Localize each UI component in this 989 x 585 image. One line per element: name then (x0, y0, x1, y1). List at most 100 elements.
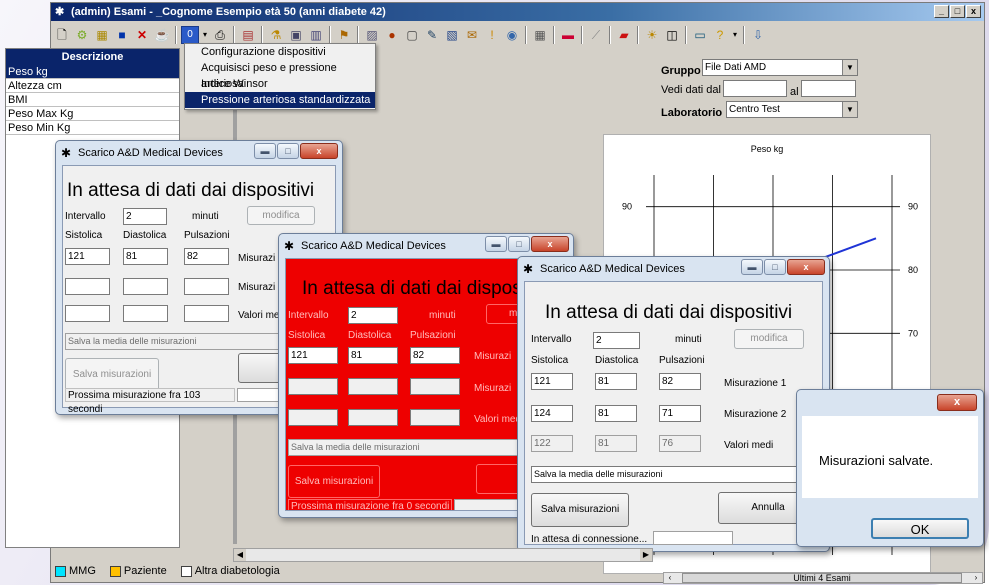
list-item[interactable]: Peso Min Kg (6, 121, 179, 135)
laboratorio-select[interactable]: Centro Test ▼ (726, 101, 858, 118)
sistolica-1-input[interactable]: 121 (65, 248, 110, 265)
stop-icon[interactable]: ◉ (503, 26, 521, 44)
menu-item-config-devices[interactable]: Configurazione dispositivi (185, 44, 375, 60)
salva-misurazioni-button[interactable]: Salva misurazioni (65, 358, 159, 391)
list-item[interactable]: Altezza cm (6, 79, 179, 93)
diastolica-2-input[interactable]: 81 (595, 405, 637, 422)
pulsazioni-2-input[interactable] (410, 378, 460, 395)
menu-item-bp-standard[interactable]: Pressione arteriosa standardizzata (185, 92, 375, 108)
maximize-button[interactable]: □ (764, 259, 786, 275)
diastolica-2-input[interactable] (123, 278, 168, 295)
exit-icon[interactable]: ⇩ (749, 26, 767, 44)
scroll-left-arrow-icon[interactable]: ◀ (234, 549, 246, 561)
legend-item-mmg[interactable]: MMG (55, 565, 96, 577)
bulb-icon[interactable]: ⟋ (587, 26, 605, 44)
scale-icon[interactable]: ▦ (93, 26, 111, 44)
pen-icon[interactable]: ▦ (531, 26, 549, 44)
scroll-thumb[interactable]: Ultimi 4 Esami (682, 573, 962, 583)
close-button[interactable]: x (787, 259, 825, 275)
left-scrollbar[interactable]: ◀ ▶ (233, 548, 653, 562)
pulsazioni-avg-input[interactable]: 76 (659, 435, 701, 452)
open-icon[interactable]: ⚙ (73, 26, 91, 44)
question-icon[interactable]: ◫ (663, 26, 681, 44)
sistolica-avg-input[interactable] (65, 305, 110, 322)
dropdown-icon[interactable]: ▾ (201, 26, 209, 44)
minimize-button[interactable]: ▬ (254, 143, 276, 159)
filter-icon[interactable]: ? (711, 26, 729, 44)
device-icon[interactable]: 0 (181, 26, 199, 44)
scroll-right-arrow-icon[interactable]: › (970, 573, 982, 583)
intervallo-input[interactable]: 2 (593, 332, 640, 349)
bar-icon[interactable]: ▥ (307, 26, 325, 44)
sistolica-2-input[interactable] (288, 378, 338, 395)
minimize-button[interactable]: ▬ (741, 259, 763, 275)
diastolica-1-input[interactable]: 81 (123, 248, 168, 265)
chevron-down-icon[interactable]: ▼ (842, 102, 857, 117)
clip-icon[interactable]: ▰ (615, 26, 633, 44)
grid-icon[interactable]: ▤ (239, 26, 257, 44)
menu-item-winsor[interactable]: Indice Winsor (185, 76, 375, 92)
list-header[interactable]: Descrizione (6, 49, 179, 65)
settings-icon[interactable]: ⚗ (267, 26, 285, 44)
pulsazioni-avg-input[interactable] (184, 305, 229, 322)
modifica-button[interactable]: modifica (247, 206, 315, 225)
maximize-button[interactable]: □ (277, 143, 299, 159)
legend-item-altra[interactable]: Altra diabetologia (180, 565, 280, 577)
print-icon[interactable]: ⎙ (211, 26, 229, 44)
pulsazioni-2-input[interactable] (184, 278, 229, 295)
camera-icon[interactable]: ✉ (463, 26, 481, 44)
diastolica-2-input[interactable] (348, 378, 398, 395)
pulsazioni-1-input[interactable]: 82 (659, 373, 701, 390)
legend-item-paziente[interactable]: Paziente (109, 565, 167, 577)
altra-checkbox[interactable] (180, 565, 192, 577)
chart-icon[interactable]: ⚑ (335, 26, 353, 44)
list-item[interactable]: Peso kg (6, 65, 179, 79)
dropdown-small-icon[interactable]: ▾ (731, 26, 739, 44)
pulsazioni-1-input[interactable]: 82 (184, 248, 229, 265)
intervallo-input[interactable]: 2 (123, 208, 167, 225)
close-button[interactable]: x (300, 143, 338, 159)
scroll-right-arrow-icon[interactable]: ▶ (640, 549, 652, 561)
salva-misurazioni-button[interactable]: Salva misurazioni (288, 465, 380, 498)
cup-icon[interactable]: ☕ (153, 26, 171, 44)
sistolica-2-input[interactable]: 124 (531, 405, 573, 422)
chart-scrollbar[interactable]: ‹ Ultimi 4 Esami › (663, 572, 983, 584)
close-button[interactable]: x (937, 394, 977, 411)
help-icon[interactable]: ✎ (423, 26, 441, 44)
diastolica-avg-input[interactable] (123, 305, 168, 322)
sistolica-1-input[interactable]: 121 (531, 373, 573, 390)
maximize-button[interactable]: □ (508, 236, 530, 252)
diastolica-1-input[interactable]: 81 (348, 347, 398, 364)
sistolica-avg-input[interactable]: 122 (531, 435, 573, 452)
intervallo-input[interactable]: 2 (348, 307, 398, 324)
diastolica-1-input[interactable]: 81 (595, 373, 637, 390)
pulsazioni-avg-input[interactable] (410, 409, 460, 426)
sistolica-1-input[interactable]: 121 (288, 347, 338, 364)
chevron-down-icon[interactable]: ▼ (842, 60, 857, 75)
diastolica-avg-input[interactable] (348, 409, 398, 426)
pulsazioni-1-input[interactable]: 82 (410, 347, 460, 364)
save-icon[interactable]: ■ (113, 26, 131, 44)
minimize-button[interactable]: ▬ (485, 236, 507, 252)
edit-icon[interactable]: ▣ (287, 26, 305, 44)
menu-item-acquire[interactable]: Acquisisci peso e pressione arteriosa (185, 60, 375, 90)
doc-icon[interactable]: ▨ (363, 26, 381, 44)
key-icon[interactable]: ! (483, 26, 501, 44)
flag-icon[interactable]: ▬ (559, 26, 577, 44)
pulsazioni-2-input[interactable]: 71 (659, 405, 701, 422)
new-icon[interactable]: 🗋 (53, 26, 71, 44)
salva-misurazioni-button[interactable]: Salva misurazioni (531, 493, 629, 527)
gruppo-select[interactable]: File Dati AMD ▼ (702, 59, 858, 76)
diastolica-avg-input[interactable]: 81 (595, 435, 637, 452)
scroll-left-arrow-icon[interactable]: ‹ (664, 573, 676, 583)
delete-icon[interactable]: ✕ (133, 26, 151, 44)
close-button[interactable]: x (531, 236, 569, 252)
list-item[interactable]: BMI (6, 93, 179, 107)
dropper-icon[interactable]: ▧ (443, 26, 461, 44)
date-to-input[interactable] (801, 80, 856, 97)
minimize-button[interactable]: _ (934, 5, 949, 18)
salva-media-field[interactable]: Salva la media delle misurazioni (531, 466, 801, 483)
maximize-button[interactable]: □ (950, 5, 965, 18)
arrow-icon[interactable]: ▭ (691, 26, 709, 44)
modifica-button[interactable]: modifica (734, 329, 804, 349)
